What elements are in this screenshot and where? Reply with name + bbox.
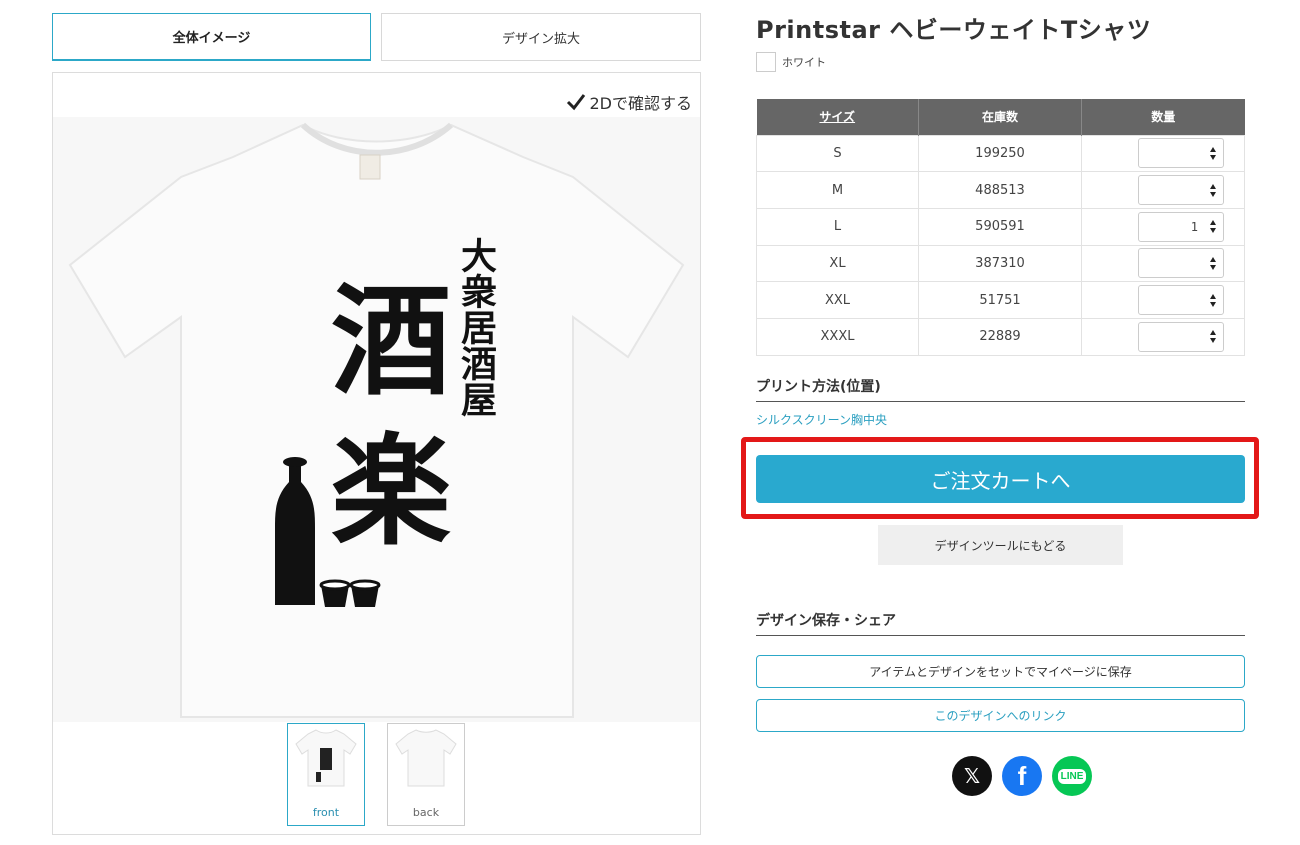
print-method-link[interactable]: シルクスクリーン胸中央	[756, 411, 887, 428]
size-column-header[interactable]: サイズ	[756, 99, 919, 135]
view-tabs: 全体イメージ デザイン拡大	[52, 13, 701, 61]
table-row: XXXL 22889	[756, 317, 1245, 356]
design-link-button[interactable]: このデザインへのリンク	[756, 699, 1245, 732]
product-preview: 2Dで確認する 酒 楽 大衆居酒屋 front back	[52, 72, 701, 835]
spinner-icon[interactable]	[1206, 140, 1220, 166]
table-row: XL 387310	[756, 244, 1245, 283]
x-share-icon[interactable]: 𝕏	[952, 756, 992, 796]
size-cell: M	[756, 171, 919, 209]
table-row: L 590591 1	[756, 207, 1245, 246]
design-main-text: 酒 楽	[331, 271, 451, 562]
thumbnail-front-label: front	[312, 806, 340, 819]
stock-cell: 199250	[918, 134, 1082, 173]
size-cell: L	[756, 207, 919, 246]
add-to-cart-button[interactable]: ご注文カートへ	[756, 455, 1245, 503]
facebook-share-icon[interactable]: f	[1002, 756, 1042, 796]
tag-label	[359, 154, 381, 180]
table-row: M 488513	[756, 171, 1245, 209]
check-2d-toggle[interactable]: 2Dで確認する	[565, 90, 692, 114]
quantity-stepper[interactable]	[1138, 175, 1224, 206]
color-name: ホワイト	[782, 56, 826, 69]
check-2d-label: 2Dで確認する	[589, 94, 692, 113]
stock-column-header: 在庫数	[918, 99, 1082, 135]
qty-column-header: 数量	[1081, 99, 1245, 135]
thumbnail-strip: front back	[287, 723, 467, 827]
save-to-mypage-button[interactable]: アイテムとデザインをセットでマイページに保存	[756, 655, 1245, 688]
spinner-icon[interactable]	[1206, 214, 1220, 240]
tab-design-zoom[interactable]: デザイン拡大	[381, 13, 701, 61]
size-cell: S	[756, 134, 919, 173]
spinner-icon[interactable]	[1206, 287, 1220, 313]
spinner-icon[interactable]	[1206, 250, 1220, 276]
stock-cell: 51751	[918, 281, 1082, 319]
color-option[interactable]: ホワイト	[756, 52, 826, 72]
stock-cell: 590591	[918, 207, 1082, 246]
size-cell: XXL	[756, 281, 919, 319]
stock-cell: 488513	[918, 171, 1082, 209]
quantity-stepper[interactable]: 1	[1138, 211, 1224, 242]
tshirt-stage: 酒 楽 大衆居酒屋	[53, 117, 700, 722]
stock-cell: 22889	[918, 317, 1082, 356]
checkmark-icon	[565, 91, 587, 113]
line-share-icon[interactable]: LINE	[1052, 756, 1092, 796]
color-swatch-white[interactable]	[756, 52, 776, 72]
spinner-icon[interactable]	[1206, 324, 1220, 350]
quantity-stepper[interactable]	[1138, 285, 1224, 316]
thumbnail-front[interactable]: front	[287, 723, 365, 826]
stock-cell: 387310	[918, 244, 1082, 283]
print-method-heading: プリント方法(位置)	[756, 376, 1245, 402]
save-share-heading: デザイン保存・シェア	[756, 610, 1245, 636]
size-cell: XXXL	[756, 317, 919, 356]
quantity-stepper[interactable]	[1138, 138, 1224, 169]
design-sub-text: 大衆居酒屋	[455, 237, 497, 417]
thumbnail-back[interactable]: back	[387, 723, 465, 826]
product-title: Printstar ヘビーウェイトTシャツ	[756, 16, 1152, 44]
thumbnail-back-label: back	[412, 806, 440, 819]
tab-overall-image[interactable]: 全体イメージ	[52, 13, 371, 61]
size-cell: XL	[756, 244, 919, 283]
quantity-stepper[interactable]	[1138, 248, 1224, 279]
table-row: S 199250	[756, 134, 1245, 173]
quantity-stepper[interactable]	[1138, 321, 1224, 352]
spinner-icon[interactable]	[1206, 177, 1220, 203]
table-row: XXL 51751	[756, 281, 1245, 319]
back-to-design-tool-button[interactable]: デザインツールにもどる	[878, 525, 1123, 565]
size-stock-table: サイズ 在庫数 数量 S 199250 M 488513 L 590591 1 …	[756, 99, 1245, 356]
